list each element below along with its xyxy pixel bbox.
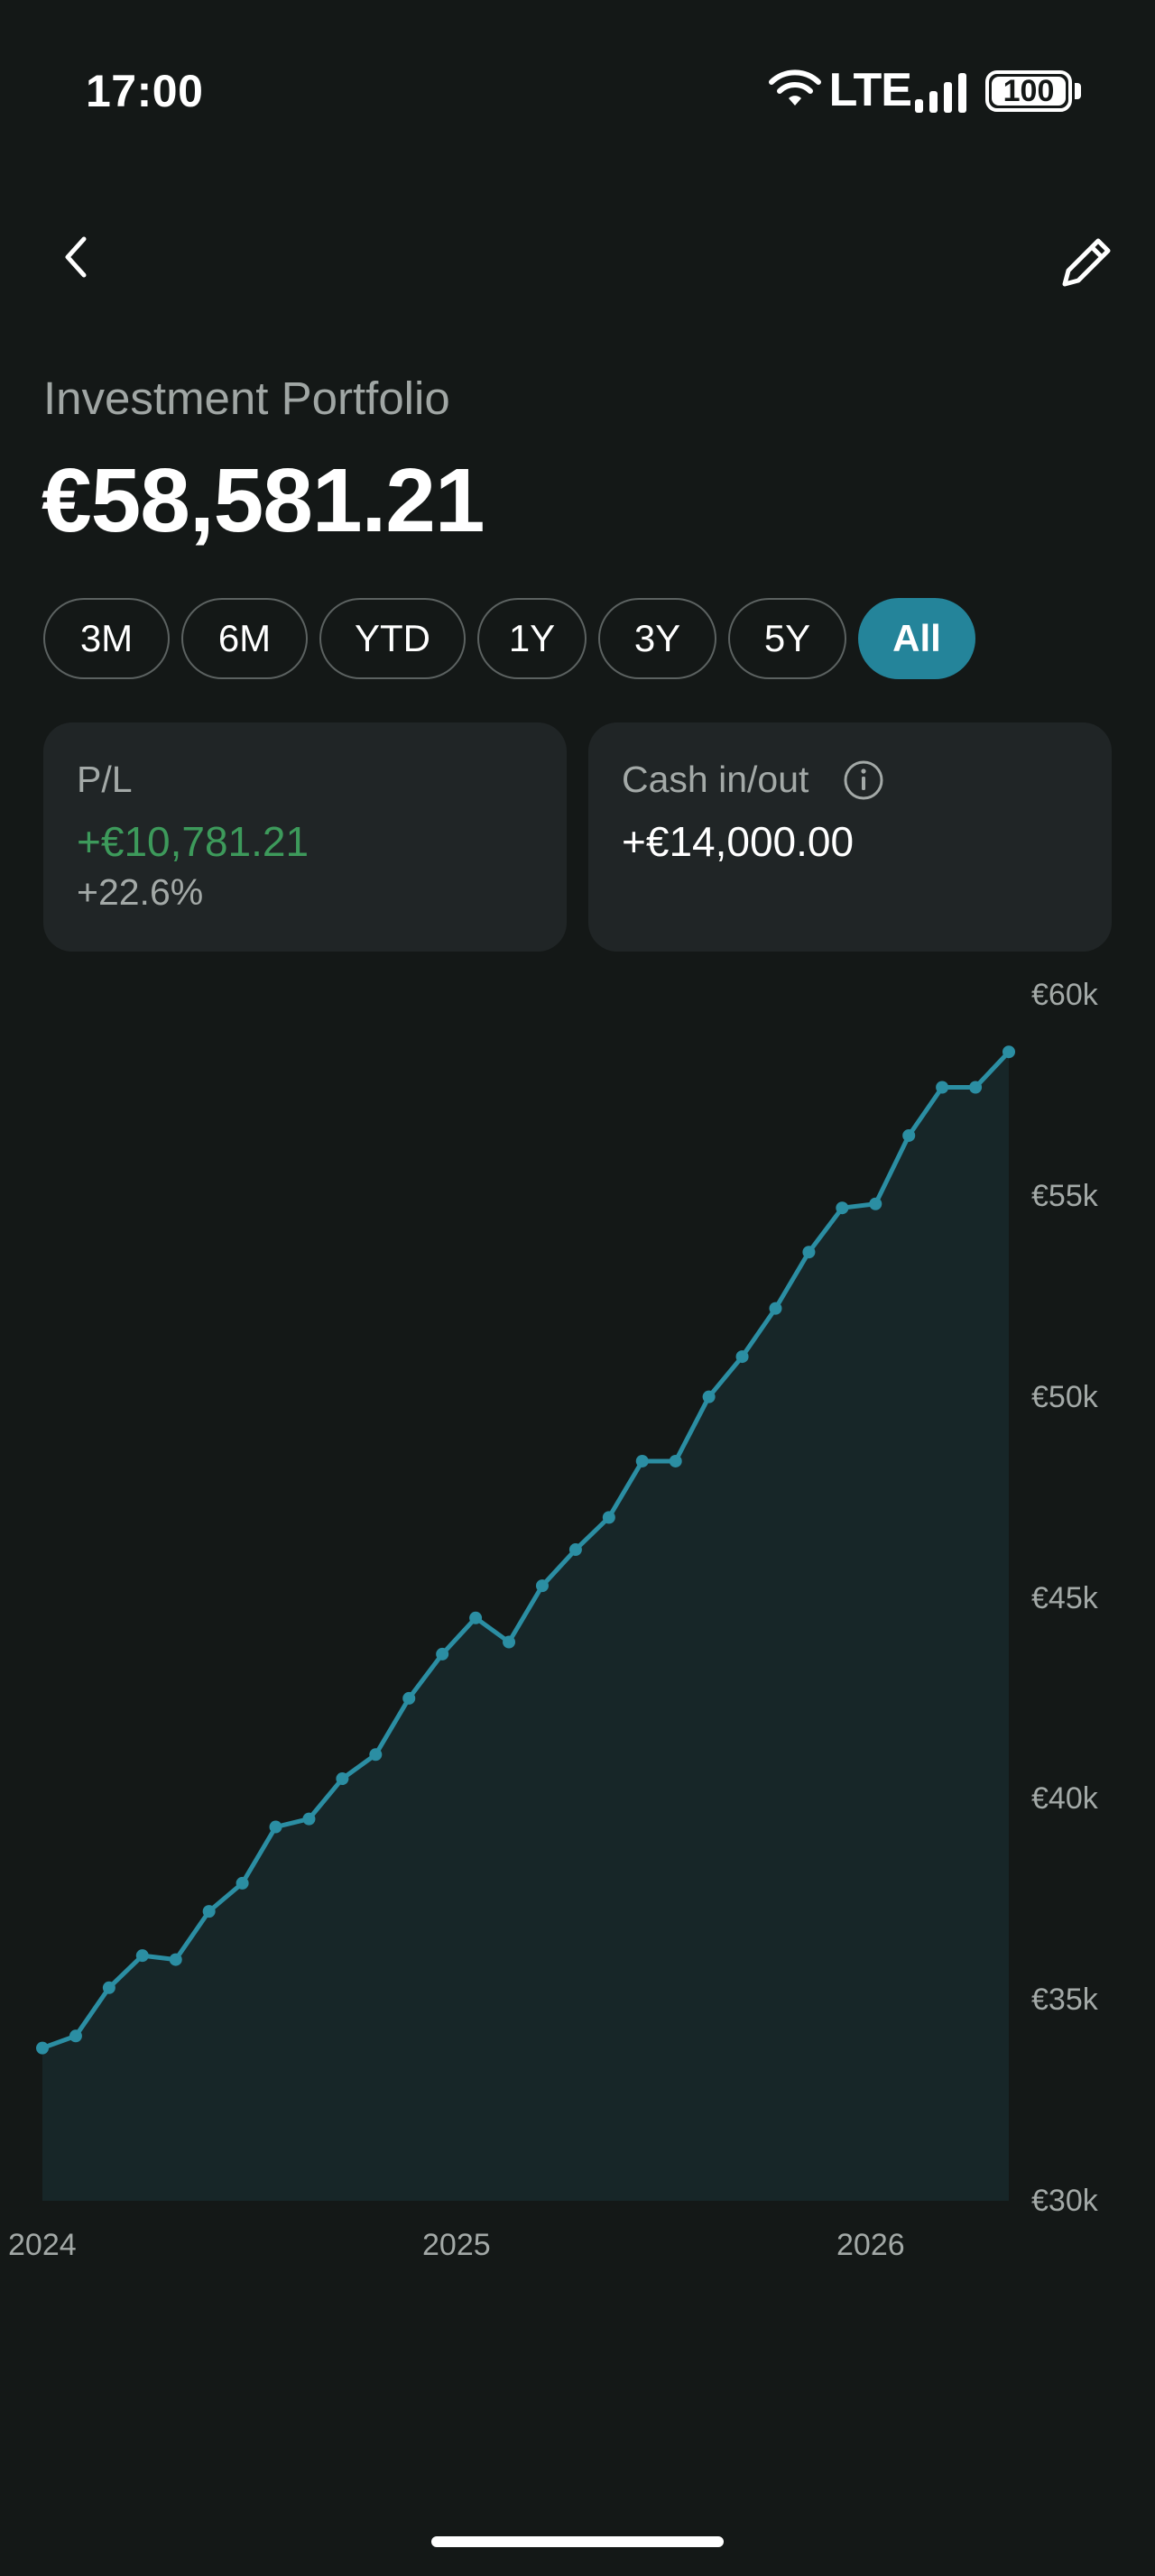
data-point[interactable] bbox=[302, 1812, 316, 1826]
network-type: LTE bbox=[828, 64, 912, 116]
data-point[interactable] bbox=[269, 1820, 282, 1834]
data-point[interactable] bbox=[802, 1246, 816, 1259]
cash-label: Cash in/out bbox=[622, 759, 809, 800]
data-point[interactable] bbox=[535, 1579, 549, 1593]
data-point[interactable] bbox=[336, 1772, 349, 1786]
y-tick-label: €30k bbox=[1031, 2184, 1098, 2218]
info-icon[interactable] bbox=[842, 759, 885, 802]
range-all[interactable]: All bbox=[858, 598, 975, 679]
data-point[interactable] bbox=[236, 1876, 249, 1890]
data-point[interactable] bbox=[169, 1953, 182, 1966]
y-tick-label: €45k bbox=[1031, 1580, 1098, 1615]
data-point[interactable] bbox=[36, 2041, 49, 2055]
data-point[interactable] bbox=[503, 1635, 516, 1649]
data-point[interactable] bbox=[902, 1128, 916, 1142]
cash-card: Cash in/out +€14,000.00 bbox=[588, 722, 1112, 952]
pl-card: P/L +€10,781.21 +22.6% bbox=[43, 722, 567, 952]
range-3m[interactable]: 3M bbox=[43, 598, 170, 679]
home-indicator[interactable] bbox=[431, 2536, 724, 2547]
data-point[interactable] bbox=[436, 1647, 449, 1661]
portfolio-chart bbox=[36, 1045, 1015, 2201]
data-point[interactable] bbox=[568, 1543, 582, 1557]
edit-button[interactable] bbox=[1056, 230, 1119, 293]
data-point[interactable] bbox=[602, 1511, 615, 1524]
data-point[interactable] bbox=[202, 1905, 216, 1918]
data-point[interactable] bbox=[135, 1949, 149, 1963]
data-point[interactable] bbox=[735, 1350, 749, 1364]
pencil-icon bbox=[1062, 238, 1111, 287]
data-point[interactable] bbox=[702, 1390, 716, 1403]
range-6m[interactable]: 6M bbox=[181, 598, 308, 679]
portfolio-title: Investment Portfolio bbox=[43, 373, 450, 424]
data-point[interactable] bbox=[402, 1691, 416, 1705]
status-bar: 17:00 LTE 100 bbox=[0, 0, 1155, 180]
data-point[interactable] bbox=[869, 1197, 882, 1210]
y-tick-label: €35k bbox=[1031, 1983, 1098, 2018]
data-point[interactable] bbox=[1003, 1045, 1015, 1059]
battery-icon: 100 bbox=[985, 70, 1072, 112]
range-ytd[interactable]: YTD bbox=[319, 598, 466, 679]
data-point[interactable] bbox=[936, 1081, 949, 1094]
pl-value: +€10,781.21 bbox=[77, 818, 310, 865]
range-5y[interactable]: 5Y bbox=[728, 598, 846, 679]
data-point[interactable] bbox=[669, 1454, 682, 1467]
status-time: 17:00 bbox=[86, 66, 204, 116]
pl-percent: +22.6% bbox=[77, 871, 204, 913]
battery-cap bbox=[1075, 83, 1081, 99]
wifi-icon bbox=[769, 69, 821, 106]
portfolio-value: €58,581.21 bbox=[42, 450, 485, 551]
y-tick-label: €40k bbox=[1031, 1781, 1098, 1817]
x-tick-label: 2024 bbox=[8, 2228, 77, 2262]
data-point[interactable] bbox=[836, 1201, 849, 1215]
range-3y[interactable]: 3Y bbox=[598, 598, 716, 679]
back-button[interactable] bbox=[54, 230, 99, 284]
y-tick-label: €55k bbox=[1031, 1178, 1098, 1213]
pl-label: P/L bbox=[77, 759, 133, 800]
range-1y[interactable]: 1Y bbox=[477, 598, 587, 679]
battery-level: 100 bbox=[1003, 73, 1055, 108]
data-point[interactable] bbox=[69, 2029, 82, 2043]
data-point[interactable] bbox=[769, 1302, 782, 1315]
data-point[interactable] bbox=[969, 1081, 983, 1094]
data-point[interactable] bbox=[635, 1454, 649, 1467]
x-tick-label: 2026 bbox=[836, 2228, 905, 2262]
data-point[interactable] bbox=[369, 1748, 383, 1762]
y-tick-label: €50k bbox=[1031, 1379, 1098, 1414]
cash-value: +€14,000.00 bbox=[622, 818, 855, 865]
data-point[interactable] bbox=[469, 1611, 483, 1624]
signal-icon bbox=[915, 73, 966, 113]
data-point[interactable] bbox=[102, 1981, 116, 1994]
chevron-left-icon bbox=[65, 236, 87, 278]
x-tick-label: 2025 bbox=[422, 2228, 491, 2262]
y-tick-label: €60k bbox=[1031, 978, 1098, 1012]
chart-area-fill bbox=[42, 1052, 1009, 2201]
